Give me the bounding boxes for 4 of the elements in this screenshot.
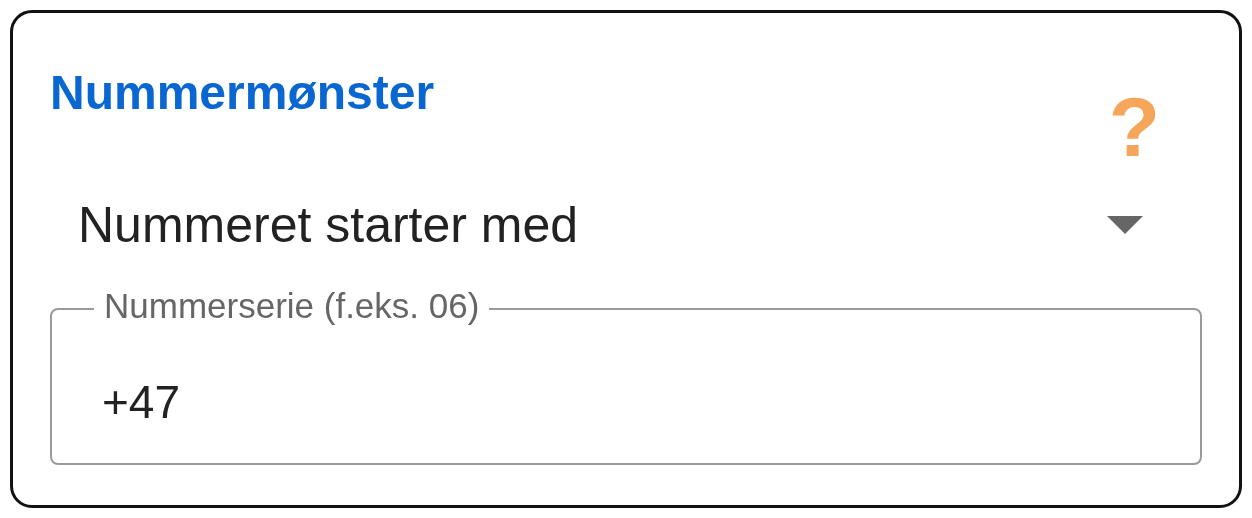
- number-series-field[interactable]: Nummerserie (f.eks. 06) +47: [50, 286, 1202, 465]
- pattern-dropdown[interactable]: Nummeret starter med: [50, 168, 1202, 282]
- caret-icon: [1107, 216, 1143, 234]
- section-title: Nummermønster: [50, 65, 435, 121]
